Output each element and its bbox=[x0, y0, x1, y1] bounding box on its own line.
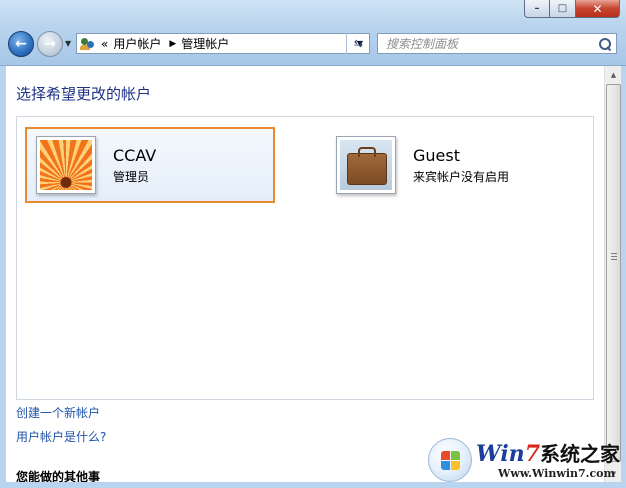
forward-button[interactable]: → bbox=[37, 31, 63, 57]
account-tile-guest[interactable]: Guest 来宾帐户没有启用 bbox=[325, 127, 575, 203]
arrow-right-icon: → bbox=[44, 36, 56, 52]
breadcrumb-manage-accounts[interactable]: 管理帐户 bbox=[181, 35, 229, 52]
grip-icon bbox=[611, 253, 617, 260]
watermark-brand: Win7系统之家 bbox=[476, 441, 620, 467]
search-box[interactable]: 搜索控制面板 bbox=[377, 33, 617, 54]
back-button[interactable]: ← bbox=[8, 31, 34, 57]
windows-logo-icon bbox=[428, 438, 472, 482]
user-accounts-icon bbox=[80, 37, 96, 51]
account-type: 管理员 bbox=[113, 169, 150, 184]
account-name: Guest bbox=[413, 145, 460, 165]
window-titlebar: – □ ✕ ← → ▼ « 用户帐户 ▶ 管理帐户 ▼ ⇆ 搜索控制面板 bbox=[0, 0, 626, 66]
account-name: CCAV bbox=[113, 145, 157, 165]
minimize-button[interactable]: – bbox=[524, 0, 550, 18]
account-tile-ccav[interactable]: CCAV 管理员 bbox=[25, 127, 275, 203]
search-input[interactable]: 搜索控制面板 bbox=[386, 35, 458, 52]
watermark-url: Www.Winwin7.com bbox=[498, 467, 616, 480]
chevron-right-icon[interactable]: ▶ bbox=[169, 39, 176, 49]
scroll-up-icon[interactable]: ▲ bbox=[605, 66, 622, 83]
scrollbar-thumb[interactable] bbox=[606, 84, 621, 462]
refresh-icon: ⇆ bbox=[353, 37, 364, 50]
accounts-panel: CCAV 管理员 Guest 来宾帐户没有启用 bbox=[16, 116, 594, 400]
account-picture bbox=[336, 136, 396, 194]
window-frame-right bbox=[621, 66, 626, 488]
close-button[interactable]: ✕ bbox=[576, 0, 620, 18]
main-content: 选择希望更改的帐户 CCAV 管理员 Guest 来宾帐户没有启用 创建一个新帐… bbox=[6, 66, 604, 484]
maximize-button[interactable]: □ bbox=[550, 0, 576, 18]
search-icon[interactable] bbox=[599, 37, 611, 50]
suitcase-icon bbox=[340, 140, 392, 190]
page-title: 选择希望更改的帐户 bbox=[16, 85, 152, 103]
create-account-link[interactable]: 创建一个新帐户 bbox=[16, 404, 100, 421]
watermark: Win7系统之家 Www.Winwin7.com bbox=[428, 436, 620, 484]
arrow-left-icon: ← bbox=[15, 36, 27, 52]
window-controls: – □ ✕ bbox=[524, 0, 620, 18]
what-is-user-account-link[interactable]: 用户帐户是什么? bbox=[16, 428, 106, 445]
refresh-button[interactable]: ⇆ bbox=[346, 33, 370, 54]
orange-flower-icon bbox=[40, 140, 92, 190]
recent-pages-dropdown[interactable]: ▼ bbox=[65, 39, 71, 48]
breadcrumb-overflow[interactable]: « bbox=[101, 37, 108, 51]
breadcrumb-user-accounts[interactable]: 用户帐户 bbox=[113, 35, 161, 52]
account-picture bbox=[36, 136, 96, 194]
address-bar[interactable]: « 用户帐户 ▶ 管理帐户 ▼ bbox=[76, 33, 370, 54]
account-status: 来宾帐户没有启用 bbox=[413, 169, 510, 184]
vertical-scrollbar[interactable]: ▲ ▼ bbox=[604, 66, 621, 482]
